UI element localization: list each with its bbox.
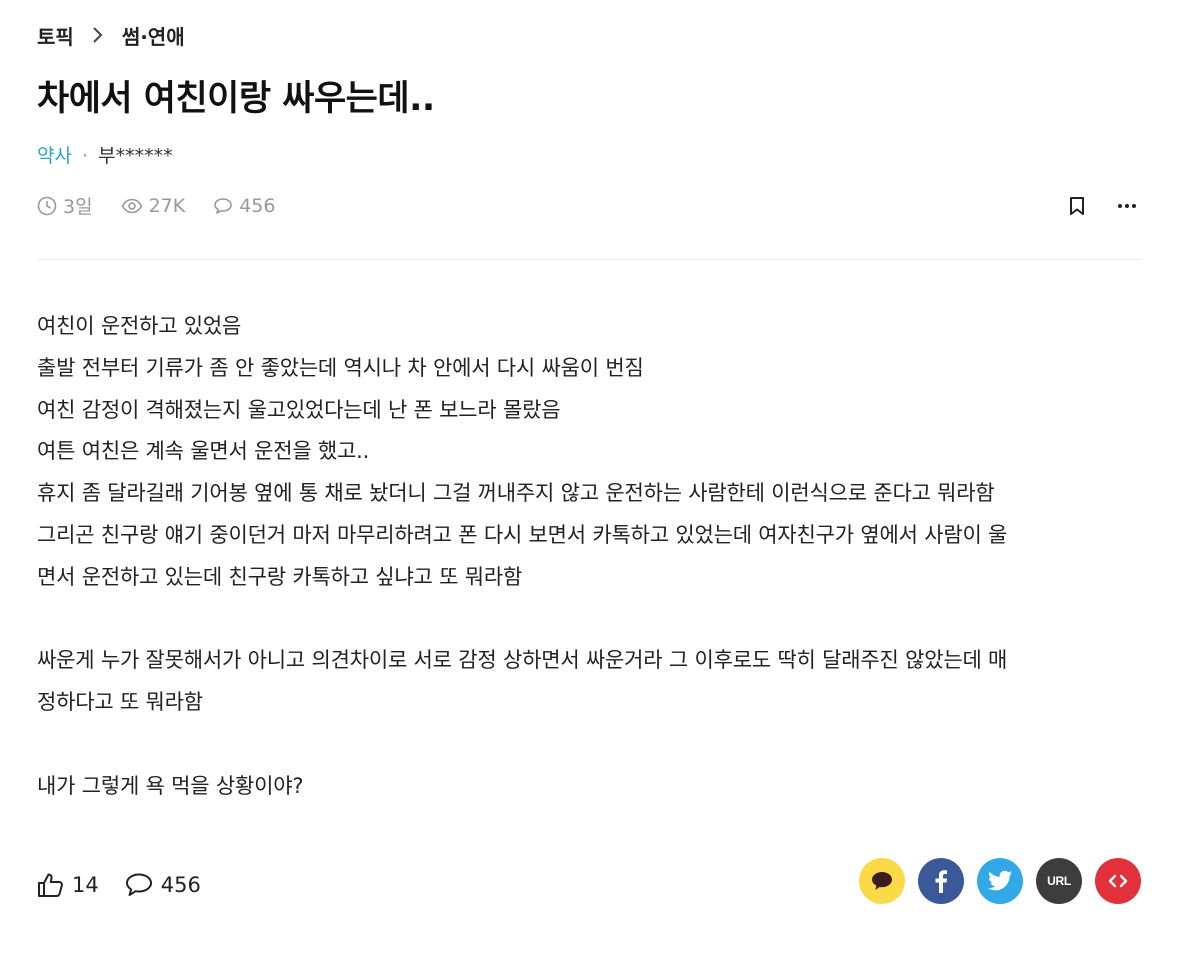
post-time: 3일	[37, 192, 93, 219]
post-time-text: 3일	[63, 196, 93, 218]
post-comments: 456	[213, 195, 275, 217]
thumbs-up-icon	[38, 873, 63, 897]
share-twitter-button[interactable]	[977, 858, 1023, 904]
body-line: 여친 감정이 격해졌는지 울고있었다는데 난 폰 보느라 몰랐음	[37, 397, 561, 422]
breadcrumb-topic-link[interactable]: 토픽	[37, 21, 74, 50]
post-body: 여친이 운전하고 있었음 출발 전부터 기류가 좀 안 좋았는데 역시나 차 안…	[37, 306, 1141, 808]
clock-icon	[37, 196, 57, 215]
facebook-icon	[935, 870, 947, 893]
breadcrumb-category-link[interactable]: 썸·연애	[122, 21, 185, 50]
post-title: 차에서 여친이랑 싸우는데..	[37, 79, 435, 119]
chevron-right-icon	[88, 26, 108, 44]
share-embed-button[interactable]	[1095, 858, 1141, 904]
like-button[interactable]: 14	[37, 872, 99, 898]
breadcrumb: 토픽 썸·연애	[37, 21, 185, 50]
share-url-label: URL	[1047, 874, 1071, 888]
body-line: 휴지 좀 달라길래 기어봉 옆에 통 채로 놨더니 그걸 꺼내주지 않고 운전하…	[37, 481, 995, 506]
code-embed-icon	[1108, 874, 1128, 888]
body-line: 정하다고 또 뭐라함	[37, 690, 203, 715]
more-icon	[1118, 204, 1136, 208]
share-facebook-button[interactable]	[918, 858, 964, 904]
kakao-talk-icon	[872, 872, 892, 890]
header-divider	[37, 259, 1141, 260]
body-line: 면서 운전하고 있는데 친구랑 카톡하고 싶냐고 또 뭐라함	[37, 564, 523, 589]
post-comments-count: 456	[239, 194, 276, 217]
reactions: 14 456	[37, 872, 227, 898]
body-line: 여친이 운전하고 있었음	[37, 314, 242, 338]
comment-icon	[214, 197, 233, 214]
body-line: 여튼 여친은 계속 울면서 운전을 했고..	[37, 439, 370, 464]
share-buttons: URL	[846, 858, 1141, 904]
more-options-button[interactable]	[1113, 192, 1141, 220]
bookmark-icon	[1070, 197, 1084, 215]
author-separator: ·	[82, 145, 89, 167]
like-count: 14	[72, 873, 99, 897]
body-line: 그리곤 친구랑 얘기 중이던거 마저 마무리하려고 폰 다시 보면서 카톡하고 …	[37, 522, 1008, 547]
post-views-count: 27K	[148, 194, 186, 217]
author-name: 부******	[98, 145, 173, 167]
comment-button[interactable]: 456	[125, 872, 201, 898]
post-meta: 3일 27K 456	[37, 192, 303, 219]
share-url-button[interactable]: URL	[1036, 858, 1082, 904]
share-kakao-button[interactable]	[859, 858, 905, 904]
post-views: 27K	[121, 194, 186, 217]
twitter-icon	[988, 870, 1012, 891]
post-actions	[1063, 192, 1141, 220]
body-line: 싸운게 누가 잘못해서가 아니고 의견차이로 서로 감정 상하면서 싸운거라 그…	[37, 648, 1008, 673]
author-info: 약사 · 부******	[37, 141, 173, 168]
body-line: 내가 그렇게 욕 먹을 상황이야?	[37, 773, 304, 798]
body-line: 출발 전부터 기류가 좀 안 좋았는데 역시나 차 안에서 다시 싸움이 번짐	[37, 355, 644, 380]
eye-icon	[121, 198, 142, 213]
footer-comment-count: 456	[160, 873, 201, 897]
post-footer: 14 456 URL	[37, 858, 1141, 904]
bookmark-button[interactable]	[1063, 192, 1091, 220]
author-job[interactable]: 약사	[37, 145, 72, 167]
comment-bubble-icon	[125, 873, 152, 896]
